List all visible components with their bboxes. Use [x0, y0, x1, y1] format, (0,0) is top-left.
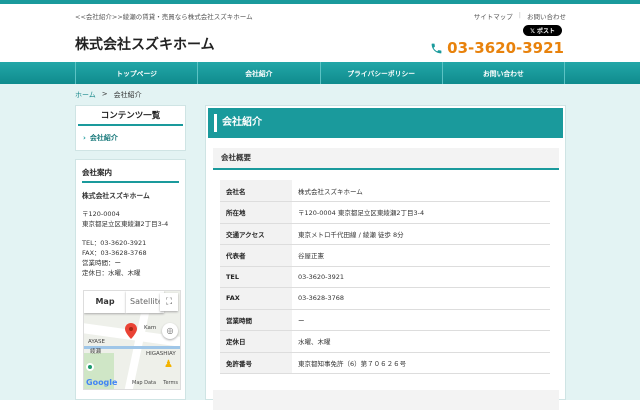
map-type-map-button[interactable]: Map	[84, 291, 126, 313]
map-marker-icon	[86, 363, 94, 371]
contents-title: コンテンツ一覧	[78, 108, 183, 126]
table-row: 営業時間ー	[220, 309, 550, 331]
site-header: <<会社紹介>>綾瀬の賃貸・売買なら株式会社スズキホーム サイトマップ | お問…	[0, 4, 640, 62]
table-row: 交通アクセス 東京メトロ千代田線 / 綾瀬 徒歩 8分	[220, 223, 550, 245]
map-label: AYASE	[88, 339, 105, 345]
map-data-link[interactable]: Map Data	[132, 380, 156, 386]
row-value: 東京メトロ千代田線 / 綾瀬 徒歩 8分	[292, 223, 550, 245]
nav-company[interactable]: 会社紹介	[197, 62, 319, 84]
company-info-box: 会社案内 株式会社スズキホーム 〒120-0004 東京都足立区東綾瀬2丁目3-…	[75, 159, 186, 400]
breadcrumb-home[interactable]: ホーム	[75, 90, 96, 100]
company-hours: 営業時間：ー	[82, 259, 121, 267]
company-fax: FAX：03-3628-3768	[82, 249, 147, 257]
header-phone: 03-3620-3921	[430, 39, 564, 57]
table-row: 所在地 〒120-0004 東京都足立区東綾瀬2丁目3-4	[220, 201, 550, 224]
next-section-heading	[213, 390, 559, 410]
sitemap-link[interactable]: サイトマップ	[474, 11, 513, 21]
row-label: 免許番号	[220, 352, 292, 374]
row-value: 東京都知事免許（6）第７０６２６号	[292, 352, 550, 374]
map-pin-icon[interactable]	[125, 323, 137, 339]
company-overview-table: 会社名 株式会社スズキホーム 所在地 〒120-0004 東京都足立区東綾瀬2丁目3-…	[220, 180, 550, 374]
row-label: 所在地	[220, 201, 292, 224]
company-info-title: 会社案内	[82, 167, 179, 183]
breadcrumb-current: 会社紹介	[113, 91, 142, 99]
nav-contact[interactable]: お問い合わせ	[441, 62, 565, 84]
site-tagline: <<会社紹介>>綾瀬の賃貸・売買なら株式会社スズキホーム	[75, 13, 253, 21]
row-label: 定休日	[220, 330, 292, 353]
table-row: TEL 03-3620-3921	[220, 266, 550, 288]
table-row: 定休日 水曜、木曜	[220, 330, 550, 353]
row-label: 会社名	[220, 180, 292, 202]
phone-number: 03-3620-3921	[447, 39, 564, 57]
breadcrumb: ホーム > 会社紹介	[75, 90, 142, 100]
map-label: Kam	[144, 325, 157, 331]
row-value: 03-3628-3768	[292, 287, 550, 310]
row-label: TEL	[220, 266, 292, 288]
row-label: 代表者	[220, 244, 292, 267]
row-label: 交通アクセス	[220, 223, 292, 245]
section-heading: 会社概要	[213, 148, 559, 170]
table-row: 会社名 株式会社スズキホーム	[220, 180, 550, 202]
row-label: 営業時間	[220, 309, 292, 331]
nav-top-page[interactable]: トップページ	[75, 62, 197, 84]
x-post-button[interactable]: 𝕏 ポスト	[523, 25, 562, 36]
map-location-icon[interactable]: ◎	[162, 323, 178, 339]
google-logo: Google	[86, 378, 118, 387]
site-logo[interactable]: 株式会社スズキホーム	[75, 34, 215, 54]
street-view-pegman-icon[interactable]: ♟	[164, 359, 176, 373]
table-row: 代表者 谷屋正憲	[220, 244, 550, 267]
nav-privacy-policy[interactable]: プライバシーポリシー	[319, 62, 442, 84]
row-value: ー	[292, 309, 550, 331]
page-title: 会社紹介	[208, 108, 563, 138]
row-label: FAX	[220, 287, 292, 310]
header-links: サイトマップ | お問い合わせ	[474, 11, 566, 21]
contact-link[interactable]: お問い合わせ	[527, 11, 566, 21]
phone-icon	[431, 43, 442, 53]
row-value: 株式会社スズキホーム	[292, 180, 550, 202]
row-value: 水曜、木曜	[292, 330, 550, 353]
link-separator: |	[518, 11, 521, 19]
map-label: 綾瀬	[90, 349, 102, 355]
fullscreen-icon[interactable]: ⛶	[160, 293, 178, 311]
map-label: HIGASHIAY	[146, 351, 176, 357]
map-terms-link[interactable]: Terms	[163, 380, 178, 386]
map-type-satellite-button[interactable]: Satellite	[126, 291, 164, 313]
contents-box: コンテンツ一覧 会社紹介	[75, 105, 186, 151]
company-holiday: 定休日：水曜、木曜	[82, 269, 141, 277]
table-row: FAX 03-3628-3768	[220, 287, 550, 310]
table-row: 免許番号 東京都知事免許（6）第７０６２６号	[220, 352, 550, 374]
row-value: 03-3620-3921	[292, 266, 550, 288]
row-value: 〒120-0004 東京都足立区東綾瀬2丁目3-4	[292, 201, 550, 224]
contents-item-company[interactable]: 会社紹介	[83, 133, 185, 143]
row-value: 谷屋正憲	[292, 244, 550, 267]
global-nav: トップページ 会社紹介 プライバシーポリシー お問い合わせ	[0, 62, 640, 84]
breadcrumb-separator: >	[101, 90, 108, 98]
company-address: 東京都足立区東綾瀬2丁目3-4	[82, 220, 169, 228]
company-name: 株式会社スズキホーム	[82, 192, 150, 200]
company-zip: 〒120-0004	[82, 210, 120, 218]
google-map[interactable]: Map Satellite ⛶ Kam AYASE 綾瀬 HIGASHIAY ◎…	[83, 290, 181, 390]
main-content: 会社紹介 会社概要 会社名 株式会社スズキホーム 所在地 〒120-0004 東京都足…	[205, 105, 566, 410]
company-tel: TEL：03-3620-3921	[82, 239, 147, 247]
